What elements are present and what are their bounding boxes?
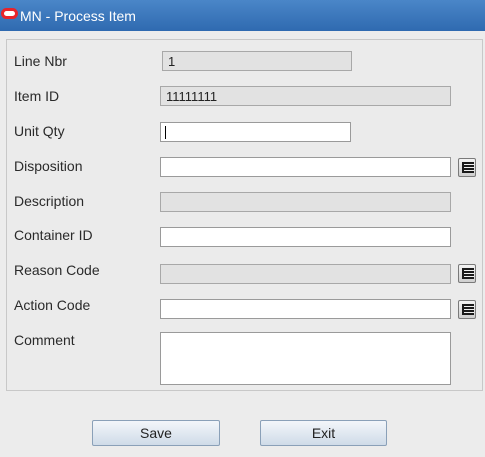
line-nbr-label: Line Nbr [14,53,67,69]
comment-label: Comment [14,332,75,348]
action-code-input[interactable] [160,299,451,319]
line-nbr-field: 1 [162,51,352,71]
comment-textarea[interactable] [160,332,451,385]
action-code-lookup-button[interactable] [458,300,476,319]
save-button[interactable]: Save [92,420,220,446]
reason-code-field [160,264,451,284]
title-bar: MN - Process Item [0,0,485,31]
description-field [160,192,451,212]
reason-code-label: Reason Code [14,262,100,278]
list-lookup-icon [462,304,474,315]
window-title: MN - Process Item [20,8,136,24]
description-label: Description [14,193,85,209]
disposition-input[interactable] [160,157,451,177]
unit-qty-input[interactable] [160,122,351,142]
container-id-label: Container ID [14,227,93,243]
exit-button[interactable]: Exit [260,420,387,446]
disposition-lookup-button[interactable] [458,158,476,177]
reason-code-lookup-button[interactable] [458,264,476,283]
unit-qty-label: Unit Qty [14,123,65,139]
disposition-label: Disposition [14,158,83,174]
container-id-input[interactable] [160,227,451,247]
oracle-logo-icon [1,8,18,19]
item-id-label: Item ID [14,88,60,104]
action-code-label: Action Code [14,297,91,313]
list-lookup-icon [462,162,474,173]
item-id-field: 11111111 [160,86,451,106]
list-lookup-icon [462,268,474,279]
